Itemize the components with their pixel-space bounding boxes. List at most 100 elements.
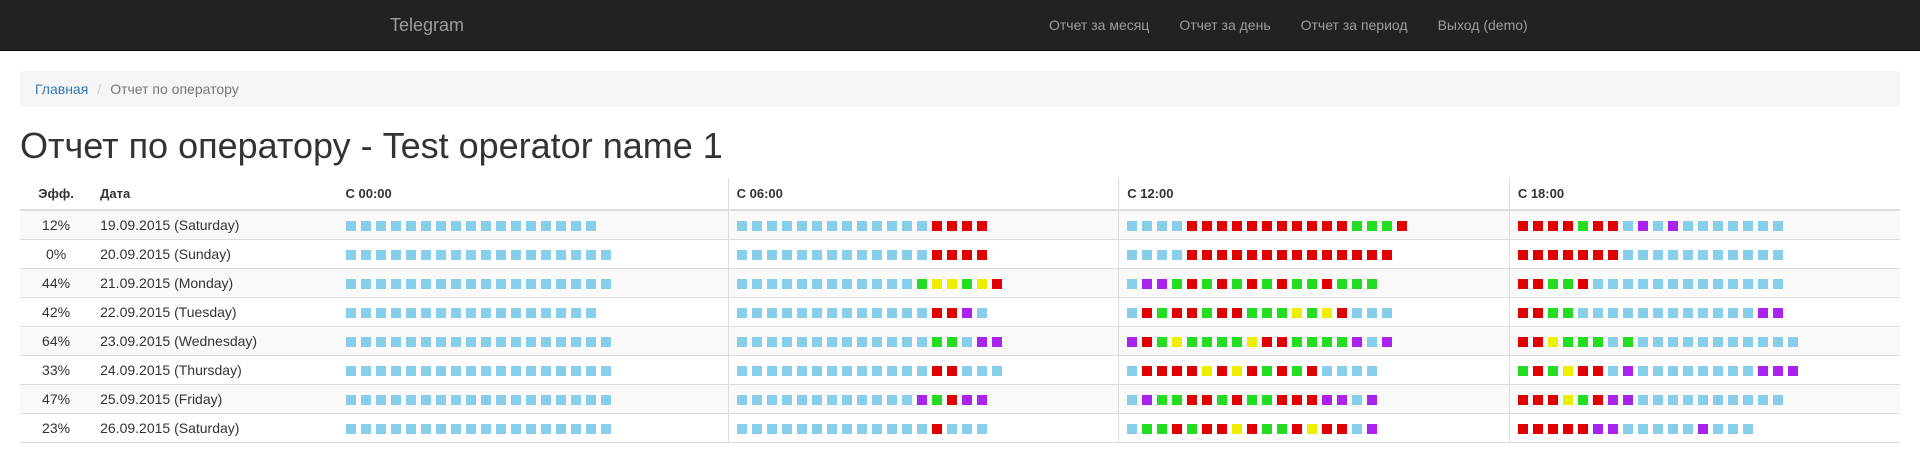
activity-square [1187, 249, 1198, 260]
activity-square [1172, 278, 1183, 289]
activity-square [811, 249, 822, 260]
activity-square [480, 394, 491, 405]
activity-square [1187, 394, 1198, 405]
activity-square [1262, 336, 1273, 347]
activity-square [1217, 307, 1228, 318]
activity-square [1307, 394, 1318, 405]
activity-square [961, 336, 972, 347]
activity-square [1637, 278, 1648, 289]
activity-square [1367, 394, 1378, 405]
header-efficiency: Эфф. [20, 178, 93, 211]
table-row: 64% 23.09.2015 (Wednesday) [20, 325, 1900, 355]
activity-square [1217, 423, 1228, 434]
activity-square [480, 249, 491, 260]
activity-square [1607, 307, 1618, 318]
activity-square [1622, 307, 1633, 318]
efficiency-cell: 23% [20, 412, 93, 442]
activity-square [1397, 221, 1408, 232]
activity-square [1517, 365, 1528, 376]
activity-square [1622, 336, 1633, 347]
nav-link-month-report[interactable]: Отчет за месяц [1034, 0, 1164, 50]
activity-square [961, 249, 972, 260]
activity-square [540, 423, 551, 434]
activity-square [480, 336, 491, 347]
activity-square [901, 423, 912, 434]
activity-square [555, 221, 566, 232]
activity-square [540, 249, 551, 260]
activity-square [1172, 336, 1183, 347]
activity-square [450, 307, 461, 318]
activity-square [570, 336, 581, 347]
activity-square [1517, 221, 1528, 232]
activity-square [826, 278, 837, 289]
date-cell: 20.09.2015 (Sunday) [92, 238, 338, 268]
hour-block-cell [1118, 238, 1510, 268]
activity-square [1727, 423, 1738, 434]
activity-square [1622, 394, 1633, 405]
date-cell: 26.09.2015 (Saturday) [92, 412, 338, 442]
activity-square [1352, 336, 1363, 347]
activity-square [525, 249, 536, 260]
activity-square [1622, 221, 1633, 232]
activity-square [1742, 365, 1753, 376]
activity-square [465, 249, 476, 260]
activity-square [931, 365, 942, 376]
activity-square [465, 394, 476, 405]
activity-square [1367, 249, 1378, 260]
brand-link[interactable]: Telegram [390, 0, 464, 50]
activity-square [585, 423, 596, 434]
activity-square [916, 221, 927, 232]
activity-square [991, 365, 1002, 376]
activity-square [901, 307, 912, 318]
activity-square [495, 249, 506, 260]
activity-square [871, 221, 882, 232]
activity-square [450, 221, 461, 232]
breadcrumb-current: Отчет по оператору [110, 81, 239, 97]
activity-square [916, 278, 927, 289]
hour-block-cell [1508, 354, 1900, 384]
activity-square [796, 307, 807, 318]
activity-square [751, 365, 762, 376]
activity-square [961, 394, 972, 405]
activity-square [1172, 394, 1183, 405]
header-from-18: С 18:00 [1508, 178, 1900, 211]
activity-square [1247, 307, 1258, 318]
activity-square [1247, 221, 1258, 232]
activity-square [1217, 365, 1228, 376]
activity-square [570, 278, 581, 289]
activity-square [781, 394, 792, 405]
activity-square [781, 249, 792, 260]
activity-square [525, 394, 536, 405]
nav-link-logout[interactable]: Выход (demo) [1423, 0, 1543, 50]
activity-square [1682, 278, 1693, 289]
activity-square [1307, 423, 1318, 434]
activity-square [1652, 423, 1663, 434]
activity-square [360, 307, 371, 318]
activity-square [1187, 336, 1198, 347]
hour-block-cell [337, 383, 729, 413]
activity-square [946, 423, 957, 434]
activity-square [540, 307, 551, 318]
activity-square [435, 365, 446, 376]
nav-link-day-report[interactable]: Отчет за день [1164, 0, 1285, 50]
activity-square [1547, 365, 1558, 376]
nav-link-period-report[interactable]: Отчет за период [1286, 0, 1423, 50]
activity-square [1727, 336, 1738, 347]
activity-square [405, 278, 416, 289]
activity-square [1562, 423, 1573, 434]
activity-square [856, 278, 867, 289]
activity-square [1127, 307, 1138, 318]
activity-square [405, 307, 416, 318]
activity-square [1757, 307, 1768, 318]
activity-square [495, 423, 506, 434]
activity-square [796, 365, 807, 376]
activity-square [886, 336, 897, 347]
activity-square [405, 423, 416, 434]
activity-square [495, 307, 506, 318]
activity-square [1547, 423, 1558, 434]
activity-square [1232, 394, 1243, 405]
activity-square [1592, 249, 1603, 260]
activity-square [1127, 394, 1138, 405]
activity-square [1187, 221, 1198, 232]
breadcrumb-home-link[interactable]: Главная [35, 81, 88, 97]
